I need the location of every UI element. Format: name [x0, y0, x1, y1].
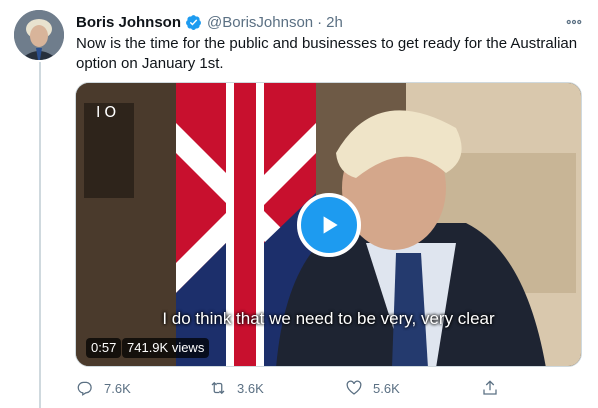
video-player[interactable]: IO I do think that we need to be very, v… [75, 82, 582, 367]
reply-count: 7.6K [104, 380, 131, 396]
like-count: 5.6K [373, 380, 400, 396]
channel-logo: IO [96, 103, 121, 121]
share-icon [483, 380, 497, 395]
play-icon[interactable] [297, 193, 361, 257]
author-name[interactable]: Boris Johnson [76, 14, 181, 31]
reply-icon [77, 381, 92, 396]
verified-badge-icon [185, 14, 202, 31]
thread-line [39, 62, 41, 408]
avatar[interactable] [14, 10, 64, 60]
more-options-icon[interactable] [564, 12, 584, 32]
author-handle[interactable]: @BorisJohnson [207, 14, 313, 31]
share-button[interactable] [481, 378, 509, 398]
retweet-count: 3.6K [237, 380, 264, 396]
retweet-icon [211, 381, 225, 395]
timestamp[interactable]: 2h [326, 14, 343, 31]
video-duration: 0:57 [86, 338, 122, 358]
video-views: 741.9K views [122, 338, 210, 358]
like-icon [346, 380, 362, 395]
tweet-text: Now is the time for the public and busin… [76, 35, 578, 72]
retweet-button[interactable]: 3.6K [209, 378, 264, 398]
video-subtitle: I do think that we need to be very, very… [162, 309, 495, 328]
tweet-header: Boris Johnson @BorisJohnson · 2h [76, 12, 586, 32]
separator: · [317, 13, 323, 31]
tweet-actions: 7.6K 3.6K 5.6K [76, 378, 506, 398]
like-button[interactable]: 5.6K [345, 378, 400, 398]
reply-button[interactable]: 7.6K [76, 378, 131, 398]
